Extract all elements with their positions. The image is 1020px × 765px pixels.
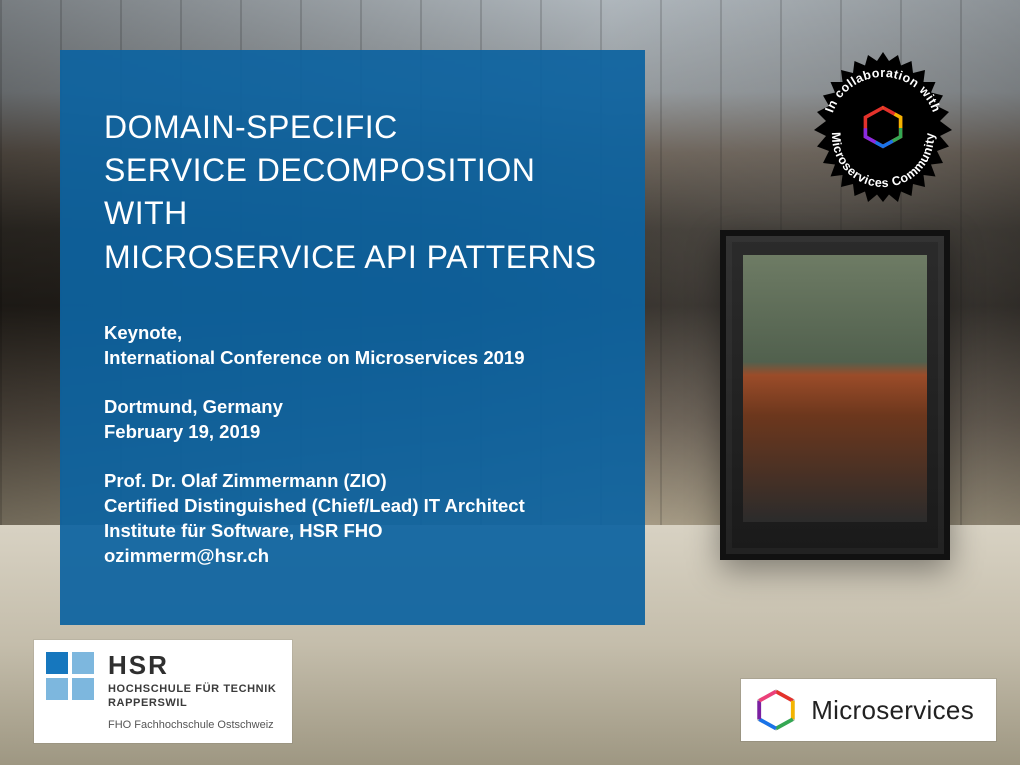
hsr-logo: HSR HOCHSCHULE FÜR TECHNIK RAPPERSWIL FH… <box>34 640 292 743</box>
title-line: DOMAIN-SPECIFIC <box>104 106 601 149</box>
microservices-label: Microservices <box>811 695 974 726</box>
square-icon <box>72 652 94 674</box>
square-icon <box>46 678 68 700</box>
hexagon-icon <box>861 105 905 149</box>
author-block: Prof. Dr. Olaf Zimmermann (ZIO) Certifie… <box>104 469 601 569</box>
hexagon-icon <box>755 689 797 731</box>
title-line: SERVICE DECOMPOSITION <box>104 149 601 192</box>
presentation-title: DOMAIN-SPECIFIC SERVICE DECOMPOSITION WI… <box>104 106 601 279</box>
square-icon <box>72 678 94 700</box>
badge-hex-wrap <box>808 52 958 202</box>
microservices-logo: Microservices <box>741 679 996 741</box>
hsr-fho: FHO Fachhochschule Ostschweiz <box>108 719 276 731</box>
event-block: Keynote, International Conference on Mic… <box>104 321 601 371</box>
title-panel: DOMAIN-SPECIFIC SERVICE DECOMPOSITION WI… <box>60 50 645 625</box>
square-icon <box>46 652 68 674</box>
collaboration-badge: In collaboration with Microservices Comm… <box>808 52 958 202</box>
location-line: February 19, 2019 <box>104 420 601 445</box>
slide: DOMAIN-SPECIFIC SERVICE DECOMPOSITION WI… <box>0 0 1020 765</box>
event-line: Keynote, <box>104 321 601 346</box>
hsr-text: HSR HOCHSCHULE FÜR TECHNIK RAPPERSWIL FH… <box>108 650 276 731</box>
author-line: Certified Distinguished (Chief/Lead) IT … <box>104 494 601 519</box>
author-line: Institute für Software, HSR FHO <box>104 519 601 544</box>
hsr-abbr: HSR <box>108 650 276 681</box>
hsr-squares-icon <box>46 652 94 700</box>
background-entrance <box>720 230 950 560</box>
event-line: International Conference on Microservice… <box>104 346 601 371</box>
author-line: Prof. Dr. Olaf Zimmermann (ZIO) <box>104 469 601 494</box>
location-block: Dortmund, Germany February 19, 2019 <box>104 395 601 445</box>
title-line: MICROSERVICE API PATTERNS <box>104 236 601 279</box>
author-line: ozimmerm@hsr.ch <box>104 544 601 569</box>
hsr-line: RAPPERSWIL <box>108 697 276 709</box>
hsr-line: HOCHSCHULE FÜR TECHNIK <box>108 683 276 695</box>
location-line: Dortmund, Germany <box>104 395 601 420</box>
title-line: WITH <box>104 192 601 235</box>
